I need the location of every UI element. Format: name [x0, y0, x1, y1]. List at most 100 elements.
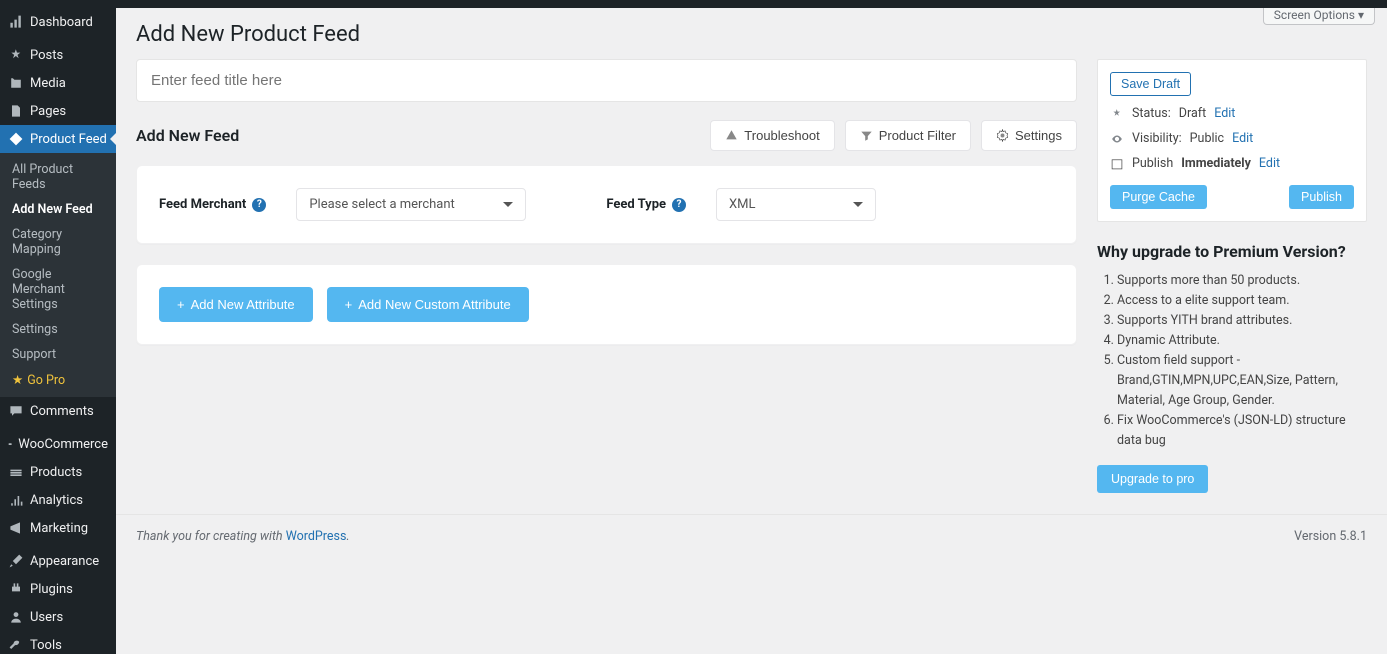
- sidebar-item-appearance[interactable]: Appearance: [0, 547, 116, 575]
- main-column: Add New Feed Troubleshoot Product Filter…: [136, 59, 1077, 365]
- sidebar-label: Pages: [30, 104, 66, 119]
- users-icon: [8, 609, 24, 625]
- star-icon: ★: [12, 372, 23, 388]
- filter-icon: [860, 129, 873, 142]
- sidebar-item-woocommerce[interactable]: WooCommerce: [0, 430, 116, 458]
- select-value: XML: [729, 197, 756, 212]
- save-draft-button[interactable]: Save Draft: [1110, 72, 1191, 96]
- sidebar-item-dashboard[interactable]: Dashboard: [0, 8, 116, 36]
- visibility-value: Public: [1190, 131, 1224, 146]
- plugins-icon: [8, 581, 24, 597]
- footer-thanks: Thank you for creating with: [136, 529, 286, 544]
- plus-icon: +: [177, 297, 185, 312]
- sidebar-item-comments[interactable]: Comments: [0, 397, 116, 425]
- feed-icon: [8, 131, 24, 147]
- admin-sidebar: Dashboard Posts Media Pages Product Feed…: [0, 8, 116, 654]
- sidebar-label: WooCommerce: [18, 437, 108, 452]
- sidebar-item-media[interactable]: Media: [0, 69, 116, 97]
- status-value: Draft: [1179, 106, 1206, 121]
- list-item: Fix WooCommerce's (JSON-LD) structure da…: [1117, 411, 1367, 451]
- add-custom-attribute-button[interactable]: + Add New Custom Attribute: [327, 287, 529, 322]
- sidebar-label: Analytics: [30, 493, 83, 508]
- sub-support[interactable]: Support: [0, 342, 116, 367]
- sub-go-pro[interactable]: ★ Go Pro: [0, 367, 116, 393]
- screen-options-toggle[interactable]: Screen Options ▾: [1263, 8, 1375, 25]
- button-label: Troubleshoot: [744, 128, 819, 143]
- edit-status-link[interactable]: Edit: [1214, 106, 1235, 121]
- comments-icon: [8, 403, 24, 419]
- upgrade-title: Why upgrade to Premium Version?: [1097, 242, 1367, 261]
- sidebar-item-users[interactable]: Users: [0, 603, 116, 631]
- sub-all-feeds[interactable]: All Product Feeds: [0, 157, 116, 197]
- sidebar-label: Comments: [30, 404, 94, 419]
- feed-title-input[interactable]: [136, 59, 1077, 102]
- visibility-icon: [1110, 132, 1124, 146]
- feed-type-select[interactable]: XML: [716, 188, 876, 221]
- sub-add-new[interactable]: Add New Feed: [0, 197, 116, 222]
- edit-visibility-link[interactable]: Edit: [1232, 131, 1253, 146]
- help-icon[interactable]: ?: [672, 198, 686, 212]
- merchant-select[interactable]: Please select a merchant: [296, 188, 526, 221]
- admin-footer: Thank you for creating with WordPress. V…: [116, 514, 1387, 554]
- help-icon[interactable]: ?: [252, 198, 266, 212]
- button-label: Add New Custom Attribute: [358, 297, 510, 312]
- version-text: Version 5.8.1: [1294, 529, 1367, 544]
- sidebar-submenu: All Product Feeds Add New Feed Category …: [0, 153, 116, 397]
- publish-label: Publish: [1132, 156, 1173, 171]
- attributes-panel: + Add New Attribute + Add New Custom Att…: [136, 264, 1077, 345]
- purge-cache-button[interactable]: Purge Cache: [1110, 185, 1207, 209]
- tools-icon: [8, 637, 24, 653]
- woocommerce-icon: [8, 436, 12, 452]
- status-icon: [1110, 107, 1124, 121]
- plus-icon: +: [345, 297, 353, 312]
- product-filter-button[interactable]: Product Filter: [845, 120, 971, 151]
- edit-publish-link[interactable]: Edit: [1259, 156, 1280, 171]
- troubleshoot-button[interactable]: Troubleshoot: [710, 120, 834, 151]
- pages-icon: [8, 103, 24, 119]
- sidebar-item-products[interactable]: Products: [0, 458, 116, 486]
- sub-google-merchant[interactable]: Google Merchant Settings: [0, 262, 116, 317]
- sidebar-label: Products: [30, 465, 82, 480]
- media-icon: [8, 75, 24, 91]
- sidebar-item-analytics[interactable]: Analytics: [0, 486, 116, 514]
- sidebar-item-pages[interactable]: Pages: [0, 97, 116, 125]
- sidebar-item-posts[interactable]: Posts: [0, 41, 116, 69]
- sidebar-item-product-feed[interactable]: Product Feed: [0, 125, 116, 153]
- sidebar-label: Users: [30, 610, 63, 625]
- analytics-icon: [8, 492, 24, 508]
- wordpress-link[interactable]: WordPress: [286, 529, 347, 544]
- sidebar-item-plugins[interactable]: Plugins: [0, 575, 116, 603]
- feed-type-label: Feed Type ?: [606, 197, 686, 212]
- upgrade-button[interactable]: Upgrade to pro: [1097, 465, 1208, 493]
- calendar-icon: [1110, 157, 1124, 171]
- button-label: Settings: [1015, 128, 1062, 143]
- marketing-icon: [8, 520, 24, 536]
- sidebar-item-marketing[interactable]: Marketing: [0, 514, 116, 542]
- list-item: Dynamic Attribute.: [1117, 331, 1367, 351]
- publish-box: Save Draft Status: Draft Edit Visibility…: [1097, 59, 1367, 222]
- add-attribute-button[interactable]: + Add New Attribute: [159, 287, 313, 322]
- gear-icon: [996, 129, 1009, 142]
- page-title: Add New Product Feed: [136, 22, 1367, 47]
- pin-icon: [8, 47, 24, 63]
- publish-value: Immediately: [1181, 156, 1251, 171]
- footer-period: .: [346, 529, 349, 544]
- settings-button[interactable]: Settings: [981, 120, 1077, 151]
- list-item: Custom field support - Brand,GTIN,MPN,UP…: [1117, 351, 1367, 411]
- list-item: Supports YITH brand attributes.: [1117, 311, 1367, 331]
- visibility-label: Visibility:: [1132, 131, 1182, 146]
- sub-settings[interactable]: Settings: [0, 317, 116, 342]
- sidebar-label: Appearance: [30, 554, 99, 569]
- select-value: Please select a merchant: [309, 197, 454, 212]
- side-column: Save Draft Status: Draft Edit Visibility…: [1097, 59, 1367, 513]
- sub-category-mapping[interactable]: Category Mapping: [0, 222, 116, 262]
- dashboard-icon: [8, 14, 24, 30]
- sidebar-item-tools[interactable]: Tools: [0, 631, 116, 654]
- brush-icon: [8, 553, 24, 569]
- publish-button[interactable]: Publish: [1289, 185, 1354, 209]
- list-item: Access to a elite support team.: [1117, 291, 1367, 311]
- content-area: Screen Options ▾ Add New Product Feed Ad…: [116, 8, 1387, 654]
- sidebar-label: Plugins: [30, 582, 73, 597]
- merchant-panel: Feed Merchant ? Please select a merchant…: [136, 165, 1077, 244]
- sidebar-label: Tools: [30, 638, 62, 653]
